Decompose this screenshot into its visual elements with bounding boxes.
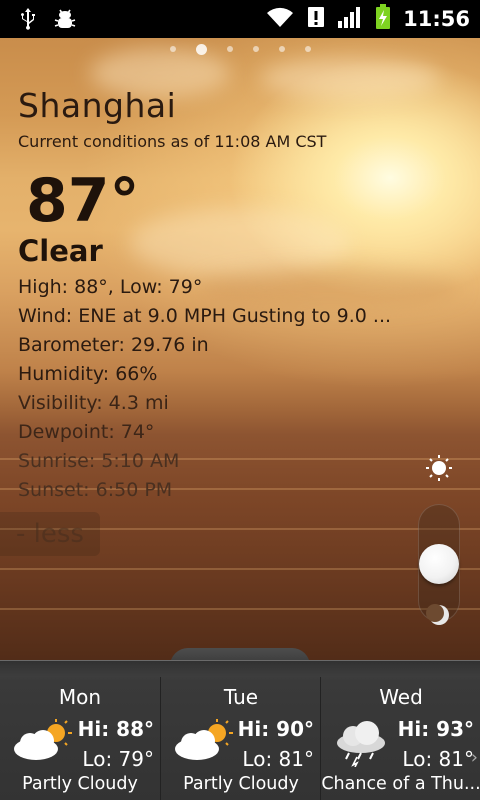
clock: 11:56 <box>403 7 470 31</box>
forecast-day-tue[interactable]: Tue Hi: 90° Lo: 81° Partly Cloudy <box>160 677 320 800</box>
less-button[interactable]: - less <box>0 512 100 556</box>
forecast-condition: Partly Cloudy <box>22 774 138 794</box>
sun-icon <box>425 454 453 486</box>
wifi-icon <box>265 5 295 33</box>
thunderstorm-icon <box>331 719 397 771</box>
forecast-low: Lo: 81° <box>402 747 474 771</box>
battery-charging-icon <box>375 4 391 34</box>
forecast-high: Hi: 88° <box>77 717 154 741</box>
conditions-timestamp: Current conditions as of 11:08 AM CST <box>18 132 327 151</box>
forecast-high: Hi: 93° <box>397 717 474 741</box>
detail-humidity: Humidity: 66% <box>18 363 158 385</box>
forecast-low: Lo: 81° <box>242 747 314 771</box>
forecast-condition: Chance of a Thu... <box>321 774 480 794</box>
current-condition: Clear <box>18 234 103 268</box>
detail-dewpoint: Dewpoint: 74° <box>18 421 155 443</box>
alert-icon <box>307 5 325 33</box>
day-night-slider-knob[interactable] <box>419 544 459 584</box>
detail-wind: Wind: ENE at 9.0 MPH Gusting to 9.0 ... <box>18 305 392 327</box>
partly-cloudy-icon <box>10 719 76 767</box>
forecast-condition: Partly Cloudy <box>183 774 299 794</box>
forecast-low: Lo: 79° <box>82 747 154 771</box>
forecast-day-name: Wed <box>379 685 423 709</box>
page-indicator <box>170 44 331 55</box>
signal-icon <box>337 5 363 33</box>
status-bar: 11:56 <box>0 0 480 38</box>
detail-sunset: Sunset: 6:50 PM <box>18 479 173 501</box>
forecast-day-wed[interactable]: Wed Hi: 93° Lo: 81° Chance of a Thu... › <box>320 677 480 800</box>
forecast-day-name: Mon <box>58 685 102 709</box>
detail-high-low: High: 88°, Low: 79° <box>18 276 203 298</box>
chevron-right-icon[interactable]: › <box>471 747 478 768</box>
partly-cloudy-icon <box>171 719 237 767</box>
detail-sunrise: Sunrise: 5:10 AM <box>18 450 180 472</box>
current-temperature: 87° <box>26 166 140 236</box>
debug-bug-icon <box>54 7 76 35</box>
usb-icon <box>18 7 38 35</box>
detail-barometer: Barometer: 29.76 in <box>18 334 209 356</box>
forecast-strip: Mon Hi: 88° Lo: 79° Partly Cloudy Tue Hi… <box>0 660 480 800</box>
forecast-day-name: Tue <box>223 685 259 709</box>
detail-visibility: Visibility: 4.3 mi <box>18 392 169 414</box>
moon-icon <box>426 602 452 632</box>
city-name: Shanghai <box>18 86 177 125</box>
weather-background-photo[interactable]: Shanghai Current conditions as of 11:08 … <box>0 38 480 678</box>
forecast-high: Hi: 90° <box>237 717 314 741</box>
forecast-day-mon[interactable]: Mon Hi: 88° Lo: 79° Partly Cloudy <box>0 677 160 800</box>
